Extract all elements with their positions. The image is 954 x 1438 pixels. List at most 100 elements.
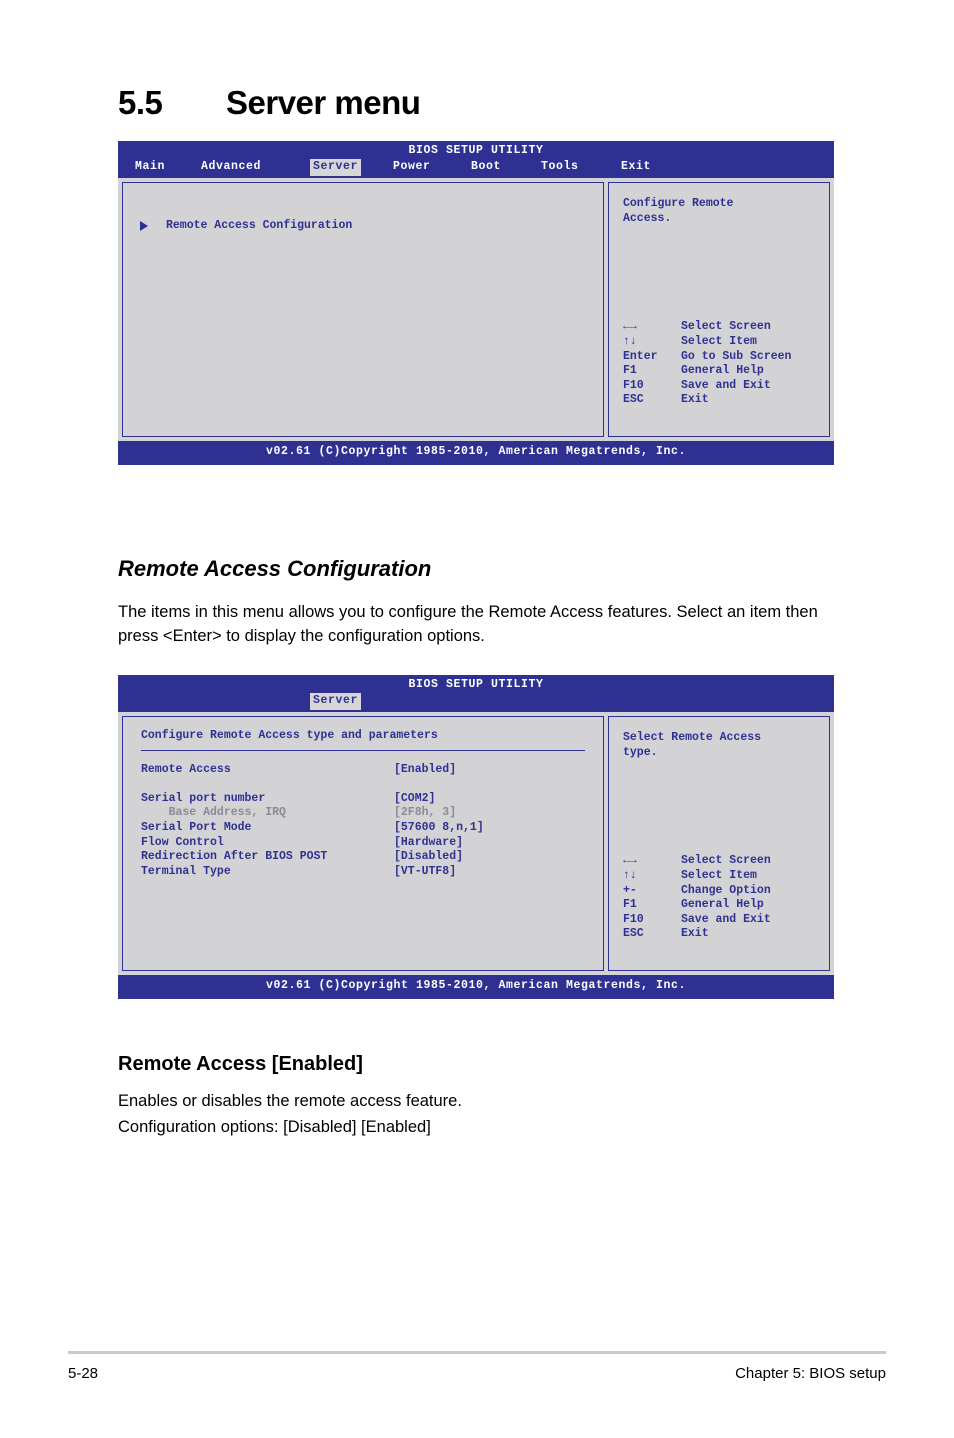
heading-remote-access: Remote Access [Enabled]	[118, 1053, 363, 1075]
chapter-label: Chapter 5: BIOS setup	[735, 1365, 886, 1382]
bios-main-panel: Configure Remote Access type and paramet…	[122, 716, 604, 971]
help-key-name: ←→	[623, 320, 637, 334]
divider	[141, 749, 585, 751]
config-row-value[interactable]: [57600 8,n,1]	[394, 821, 484, 836]
help-key-row: F1 General Help	[623, 364, 791, 379]
help-key-row: F10 Save and Exit	[623, 913, 771, 928]
bios-title-bar: BIOS SETUP UTILITY Server	[118, 675, 834, 712]
bios-tab-boot[interactable]: Boot	[468, 159, 504, 176]
help-key-description: Go to Sub Screen	[681, 349, 792, 363]
help-key-description: General Help	[681, 364, 764, 378]
help-key-row: ←→ Select Screen	[623, 320, 791, 335]
help-key-description: Save and Exit	[681, 912, 771, 926]
config-settings-list: Remote Access [Enabled] Serial port number…	[137, 763, 589, 880]
help-key-description: Select Item	[681, 335, 757, 349]
bios-tab-advanced[interactable]: Advanced	[198, 159, 264, 176]
bios-menu-tabs[interactable]: Server	[118, 693, 834, 710]
triangle-right-icon	[140, 221, 148, 232]
config-row-value[interactable]: [VT-UTF8]	[394, 865, 456, 880]
bios-help-panel: Select Remote Access type. ←→ Select Scre…	[608, 716, 830, 971]
help-key-description: Exit	[681, 927, 709, 941]
help-key-row: ←→ Select Screen	[623, 854, 771, 869]
help-key-legend: ←→ Select Screen ↑↓ Select Item +- Change Opt…	[623, 854, 771, 942]
page-number: 5-28	[68, 1365, 99, 1382]
bios-tab-server[interactable]: Server	[310, 159, 362, 176]
help-key-name: ESC	[623, 393, 644, 407]
paragraph-remote-access-line2: Configuration options: [Disabled] [Enabl…	[118, 1118, 431, 1136]
help-key-row: F1 General Help	[623, 898, 771, 913]
config-row[interactable]: Serial Port Mode [57600 8,n,1]	[141, 821, 589, 836]
bios-utility-title: BIOS SETUP UTILITY	[408, 678, 544, 691]
bios-screen-server-menu: BIOS SETUP UTILITY Main Advanced Server Pow…	[118, 141, 834, 465]
section-title: Server menu	[226, 84, 421, 121]
help-key-name: ←→	[623, 854, 637, 868]
config-row[interactable]: Serial port number [COM2]	[141, 792, 589, 807]
config-row-value[interactable]: [Disabled]	[394, 850, 463, 865]
config-row-label: Serial port number	[141, 791, 266, 805]
help-key-description: Change Option	[681, 883, 771, 897]
config-panel-title: Configure Remote Access type and paramet…	[141, 729, 438, 742]
bios-utility-title: BIOS SETUP UTILITY	[408, 144, 544, 157]
help-key-name: F10	[623, 912, 644, 926]
bios-copyright-footer: v02.61 (C)Copyright 1985-2010, American …	[118, 975, 834, 999]
bios-body: Remote Access Configuration Configure Re…	[118, 178, 834, 441]
config-row-label: Terminal Type	[141, 864, 231, 878]
config-row[interactable]: Terminal Type [VT-UTF8]	[141, 865, 589, 880]
section-number: 5.5	[118, 84, 163, 121]
config-row[interactable]: Remote Access [Enabled]	[141, 763, 589, 778]
bios-tab-main[interactable]: Main	[132, 159, 168, 176]
help-key-row: ↑↓ Select Item	[623, 869, 771, 884]
menu-item-label: Remote Access Configuration	[166, 219, 353, 232]
bios-title-bar: BIOS SETUP UTILITY Main Advanced Server Pow…	[118, 141, 834, 178]
config-row-label: Flow Control	[141, 835, 224, 849]
help-description: Select Remote Access type.	[623, 731, 762, 759]
bios-tab-server[interactable]: Server	[310, 693, 362, 710]
config-row-label: Redirection After BIOS POST	[141, 850, 328, 864]
footer-divider	[68, 1351, 886, 1354]
config-row: Base Address, IRQ [2F8h, 3]	[141, 806, 589, 821]
help-key-row: +- Change Option	[623, 884, 771, 899]
paragraph-remote-access-configuration: The items in this menu allows you to con…	[118, 603, 818, 645]
help-key-row: ESC Exit	[623, 927, 771, 942]
config-row-label: Serial Port Mode	[141, 820, 252, 834]
bios-screen-remote-access-configuration: BIOS SETUP UTILITY Server Configure Remo…	[118, 675, 834, 999]
help-key-row: Enter Go to Sub Screen	[623, 350, 791, 365]
help-key-name: F1	[623, 364, 637, 378]
bios-tab-exit[interactable]: Exit	[618, 159, 654, 176]
help-key-name: Enter	[623, 349, 658, 363]
help-key-name: F10	[623, 378, 644, 392]
config-row-spacer	[137, 777, 589, 792]
help-key-description: Select Screen	[681, 320, 771, 334]
help-key-name: ↑↓	[623, 869, 637, 883]
config-row-value[interactable]: [COM2]	[394, 792, 435, 807]
bios-tab-tools[interactable]: Tools	[538, 159, 582, 176]
bios-help-panel: Configure Remote Access. ←→ Select Screen…	[608, 182, 830, 437]
page-title: 5.5 Server menu	[118, 84, 838, 122]
help-key-name: ESC	[623, 927, 644, 941]
help-key-description: Exit	[681, 393, 709, 407]
config-row-value[interactable]: [Hardware]	[394, 836, 463, 851]
help-key-description: General Help	[681, 898, 764, 912]
config-row-label: Base Address, IRQ	[141, 806, 286, 820]
help-key-description: Select Item	[681, 869, 757, 883]
help-key-name: ↑↓	[623, 335, 637, 349]
help-description: Configure Remote Access.	[623, 197, 734, 225]
help-key-legend: ←→ Select Screen ↑↓ Select Item Enter Go to S…	[623, 320, 791, 408]
config-row-value: [2F8h, 3]	[394, 806, 457, 820]
bios-main-panel: Remote Access Configuration	[122, 182, 604, 437]
help-key-row: ↑↓ Select Item	[623, 335, 791, 350]
help-key-row: F10 Save and Exit	[623, 379, 791, 394]
config-row[interactable]: Redirection After BIOS POST [Disabled]	[141, 850, 589, 865]
paragraph-remote-access-line1: Enables or disables the remote access fe…	[118, 1092, 462, 1110]
heading-remote-access-configuration: Remote Access Configuration	[118, 556, 432, 581]
help-key-name: F1	[623, 898, 637, 912]
bios-menu-tabs[interactable]: Main Advanced Server Power Boot Tools Exit	[118, 159, 834, 176]
config-row[interactable]: Flow Control [Hardware]	[141, 836, 589, 851]
bios-tab-power[interactable]: Power	[390, 159, 434, 176]
help-key-description: Save and Exit	[681, 378, 771, 392]
config-row-value[interactable]: [Enabled]	[394, 763, 456, 778]
help-key-description: Select Screen	[681, 854, 771, 868]
menu-item-remote-access-configuration[interactable]: Remote Access Configuration	[137, 219, 589, 234]
bios-body: Configure Remote Access type and paramet…	[118, 712, 834, 975]
help-key-name: +-	[623, 883, 637, 897]
